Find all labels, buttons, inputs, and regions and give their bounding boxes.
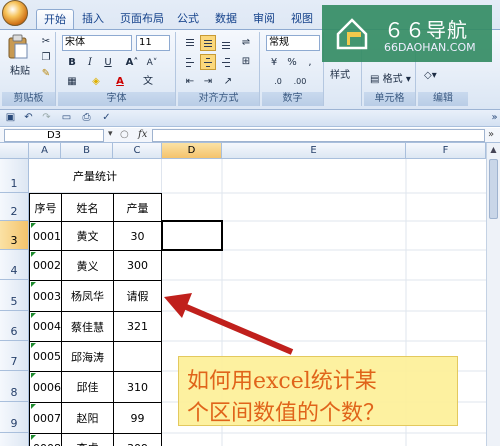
annotation-caption: 如何用excel统计某 个区间数值的个数？ [178, 356, 458, 426]
caption-line-2: 个区间数值的个数？ [187, 401, 386, 426]
caption-line-1: 如何用excel统计某 [187, 369, 377, 394]
